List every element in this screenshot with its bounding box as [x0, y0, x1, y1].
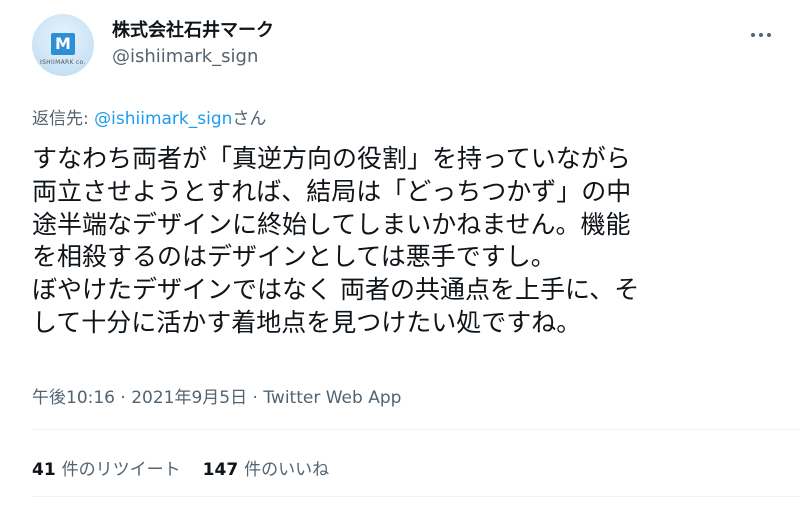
meta-separator: ·: [247, 388, 264, 408]
tweet-line: ぼやけたデザインではなく 両者の共通点を上手に、そ: [32, 275, 640, 305]
likes-count: 147: [202, 460, 239, 480]
tweet-line: 途半端なデザインに終始してしまいかねません。機能: [32, 209, 631, 239]
tweet-line: を相殺するのはデザインとしては悪手ですし。: [32, 242, 556, 272]
divider: [32, 429, 800, 430]
tweet-line: すなわち両者が「真逆方向の役割」を持っていながら: [32, 144, 631, 173]
reply-to-line: 返信先: @ishiimark_signさん: [32, 104, 266, 129]
tweet-line: して十分に活かす着地点を見つけたい処ですね。: [32, 307, 582, 337]
reply-mention-link[interactable]: @ishiimark_sign: [94, 109, 232, 129]
avatar[interactable]: M ISHIIMARK co.: [32, 14, 94, 76]
tweet-time[interactable]: 午後10:16: [32, 388, 115, 408]
tweet-meta: 午後10:16 · 2021年9月5日 · Twitter Web App: [32, 383, 401, 408]
retweets-label: 件のリツイート: [61, 460, 181, 480]
reply-suffix: さん: [232, 109, 267, 129]
dot: [751, 33, 755, 37]
brand-logo-icon: M: [51, 33, 75, 55]
dot: [767, 33, 771, 37]
retweets-stat[interactable]: 41 件のリツイート: [32, 455, 181, 480]
more-options-icon[interactable]: [746, 20, 776, 50]
retweets-count: 41: [32, 460, 56, 480]
likes-label: 件のいいね: [244, 460, 330, 480]
tweet-date[interactable]: 2021年9月5日: [131, 388, 247, 408]
reply-prefix: 返信先:: [32, 109, 95, 129]
tweet-stats: 41 件のリツイート 147 件のいいね: [32, 455, 329, 480]
likes-stat[interactable]: 147 件のいいね: [203, 455, 330, 480]
author-display-name[interactable]: 株式会社石井マーク: [112, 16, 274, 42]
tweet-source[interactable]: Twitter Web App: [263, 388, 401, 408]
logo-letter: M: [55, 34, 71, 53]
divider: [32, 496, 800, 497]
meta-separator: ·: [115, 388, 132, 408]
tweet-text: すなわち両者が「真逆方向の役割」を持っていながら 両立させようとすれば、結局は「…: [32, 143, 782, 340]
dot: [759, 33, 763, 37]
tweet-line: 両立させようとすれば、結局は「どっちつかず」の中: [32, 176, 632, 206]
avatar-logo-text: ISHIIMARK co.: [40, 59, 86, 66]
author-handle[interactable]: @ishiimark_sign: [112, 46, 258, 67]
